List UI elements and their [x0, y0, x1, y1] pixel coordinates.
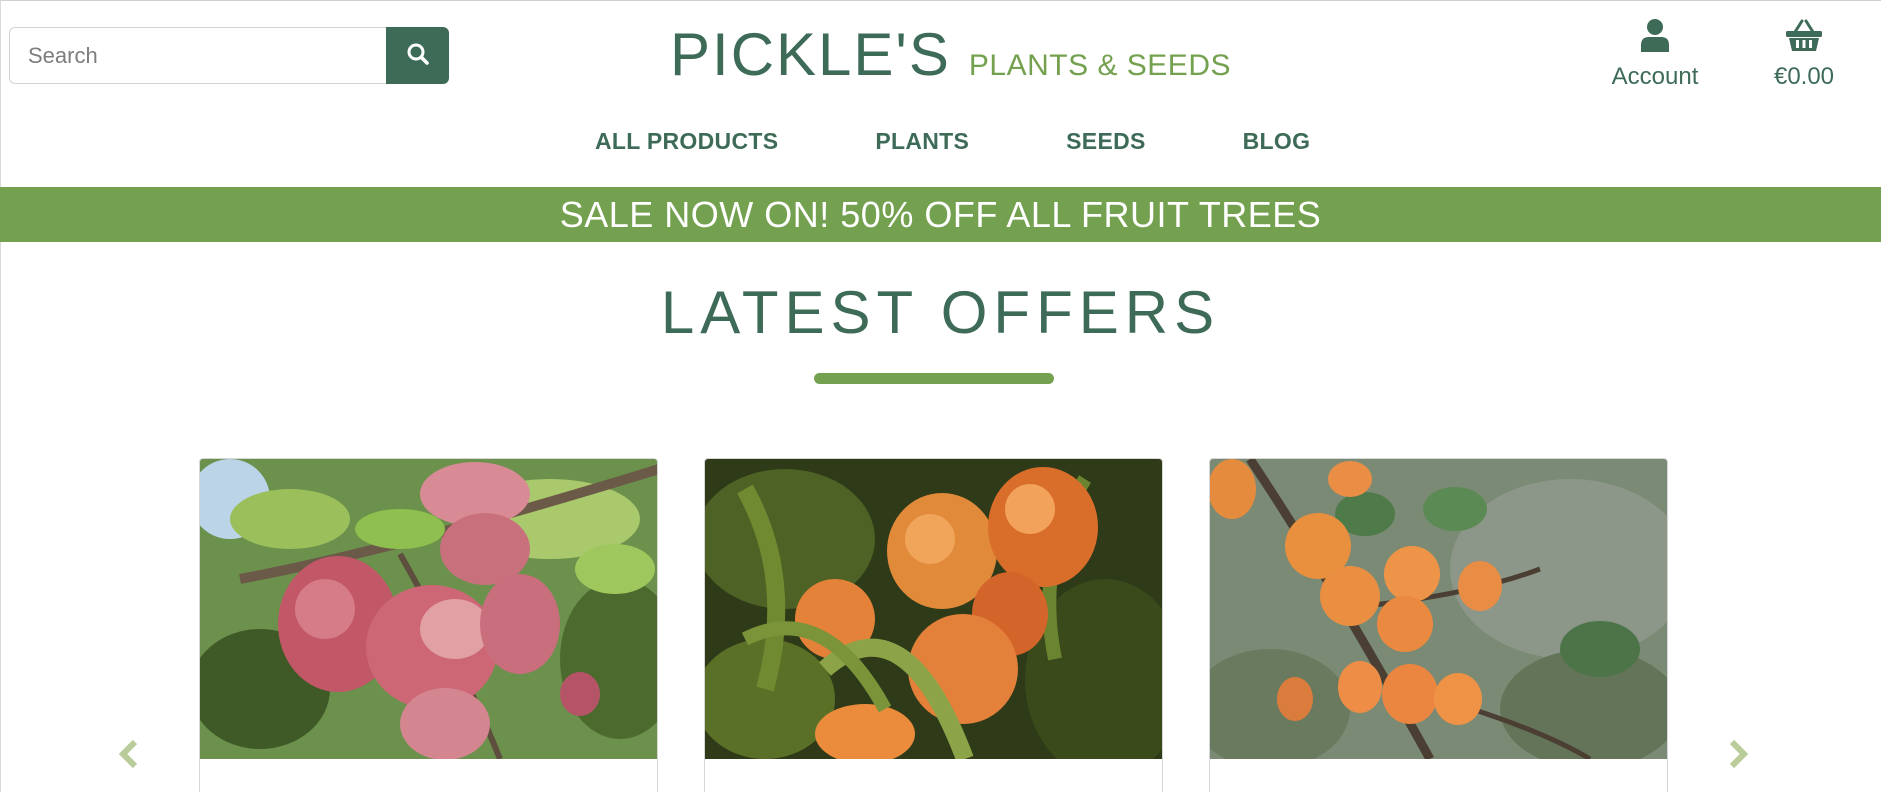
nav-item-blog[interactable]: BLOG: [1243, 128, 1311, 155]
user-icon: [1641, 18, 1669, 57]
carousel-prev-button[interactable]: [113, 738, 143, 774]
offer-card[interactable]: [1209, 458, 1668, 792]
chevron-left-icon: [116, 739, 140, 774]
search-icon: [406, 42, 430, 69]
offers-heading: LATEST OFFERS: [0, 278, 1881, 347]
peach-tree-image: [705, 459, 1162, 759]
nav-list: ALL PRODUCTS PLANTS SEEDS BLOG: [595, 128, 1310, 155]
plum-tree-image: [200, 459, 657, 759]
search-form: [9, 27, 449, 84]
offer-card[interactable]: [704, 458, 1163, 792]
carousel-next-button[interactable]: [1724, 738, 1754, 774]
sale-banner-text: SALE NOW ON! 50% OFF ALL FRUIT TREES: [559, 193, 1322, 235]
search-input[interactable]: [9, 27, 386, 84]
nav-item-plants[interactable]: PLANTS: [875, 128, 969, 155]
site-logo[interactable]: PICKLE'S PLANTS & SEEDS: [670, 20, 1231, 90]
heading-underline: [814, 373, 1054, 384]
offers-title: LATEST OFFERS: [660, 279, 1221, 346]
sale-banner[interactable]: SALE NOW ON! 50% OFF ALL FRUIT TREES: [0, 187, 1881, 242]
logo-sub-text: PLANTS & SEEDS: [968, 49, 1231, 82]
account-link[interactable]: Account: [1607, 18, 1703, 91]
basket-icon: [1785, 18, 1823, 57]
nav-item-all-products[interactable]: ALL PRODUCTS: [595, 128, 778, 155]
nav-item-seeds[interactable]: SEEDS: [1066, 128, 1145, 155]
account-label: Account: [1611, 63, 1699, 90]
search-button[interactable]: [386, 27, 449, 84]
basket-total: €0.00: [1773, 63, 1835, 90]
logo-main-text: PICKLE'S: [670, 21, 951, 88]
chevron-right-icon: [1727, 739, 1751, 774]
apricot-tree-image: [1210, 459, 1667, 759]
offer-card[interactable]: [199, 458, 658, 792]
basket-link[interactable]: €0.00: [1764, 18, 1844, 91]
